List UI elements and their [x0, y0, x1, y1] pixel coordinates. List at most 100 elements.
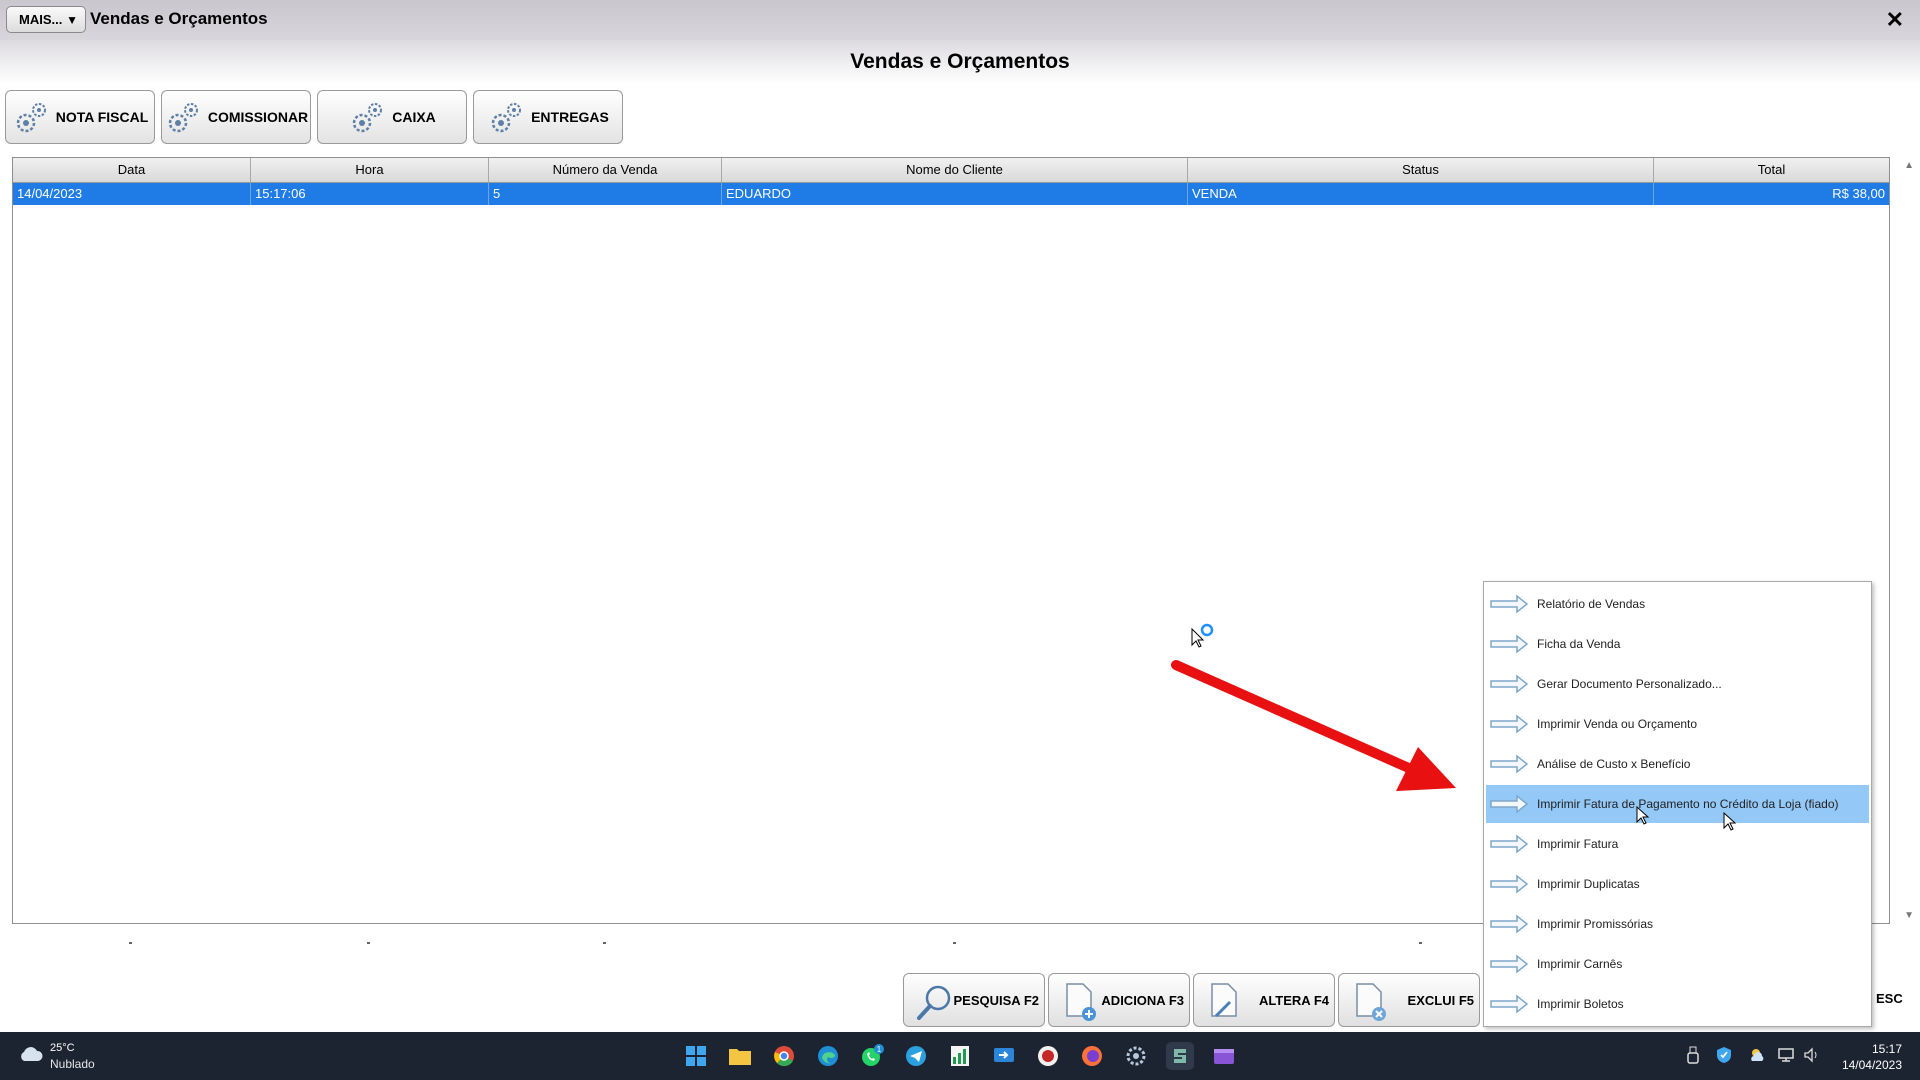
arrow-right-icon — [1490, 714, 1529, 734]
chrome-icon[interactable] — [770, 1042, 798, 1070]
pesquisa-label: PESQUISA F2 — [953, 993, 1039, 1008]
gears-icon — [352, 103, 383, 133]
video-app-icon[interactable] — [1210, 1042, 1238, 1070]
comissionar-button[interactable]: COMISSIONAR — [161, 90, 311, 144]
cell-numero: 5 — [489, 183, 722, 205]
print-context-menu[interactable]: Relatório de Vendas Ficha da Venda Gerar… — [1483, 581, 1872, 1027]
cell-hora: 15:17:06 — [251, 183, 489, 205]
menu-item-imprimir-promissorias[interactable]: Imprimir Promissórias — [1486, 905, 1869, 943]
weather-temperature[interactable]: 25°C — [50, 1042, 75, 1054]
remote-desktop-icon[interactable] — [990, 1042, 1018, 1070]
arrow-right-icon — [1490, 634, 1529, 654]
scroll-up-icon[interactable]: ▲ — [1904, 160, 1914, 171]
arrow-right-icon — [1490, 794, 1529, 814]
arrow-right-icon — [1490, 594, 1529, 614]
column-tick — [603, 942, 606, 944]
cell-data: 14/04/2023 — [13, 183, 251, 205]
menu-item-ficha-venda[interactable]: Ficha da Venda — [1486, 625, 1869, 663]
menu-item-imprimir-venda[interactable]: Imprimir Venda ou Orçamento — [1486, 705, 1869, 743]
column-header-data[interactable]: Data — [13, 158, 251, 182]
cell-status: VENDA — [1188, 183, 1654, 205]
menu-item-label: Imprimir Fatura — [1537, 837, 1619, 851]
altera-button[interactable]: ALTERA F4 — [1193, 973, 1335, 1027]
mouse-pointer-icon — [1636, 806, 1650, 825]
altera-label: ALTERA F4 — [1258, 993, 1329, 1008]
menu-item-label: Relatório de Vendas — [1537, 597, 1646, 611]
table-row[interactable]: 14/04/2023 15:17:06 5 EDUARDO VENDA R$ 3… — [13, 183, 1889, 205]
entregas-label: ENTREGAS — [531, 109, 609, 125]
column-tick — [1419, 942, 1422, 944]
weather-description[interactable]: Nublado — [50, 1057, 95, 1071]
column-tick — [129, 942, 132, 944]
busy-cursor-icon — [1191, 623, 1214, 648]
menu-item-imprimir-fatura-fiado[interactable]: Imprimir Fatura de Pagamento no Crédito … — [1486, 785, 1869, 823]
menu-item-imprimir-fatura[interactable]: Imprimir Fatura — [1486, 825, 1869, 863]
settings-gear-icon[interactable] — [1122, 1042, 1150, 1070]
esc-button[interactable]: ESC — [1876, 991, 1903, 1006]
menu-item-gerar-documento[interactable]: Gerar Documento Personalizado... — [1486, 665, 1869, 703]
volume-icon[interactable] — [1803, 1046, 1821, 1064]
erp-app-icon[interactable] — [1166, 1042, 1194, 1070]
cloud-icon — [21, 1047, 43, 1061]
column-header-hora[interactable]: Hora — [251, 158, 489, 182]
gears-icon — [16, 103, 46, 133]
column-tick — [953, 942, 956, 944]
delete-document-icon — [1356, 983, 1386, 1021]
menu-item-imprimir-carnes[interactable]: Imprimir Carnês — [1486, 945, 1869, 983]
menu-item-label: Gerar Documento Personalizado... — [1537, 677, 1722, 691]
menu-item-label: Imprimir Fatura de Pagamento no Crédito … — [1537, 797, 1839, 811]
exclui-label: EXCLUI F5 — [1407, 993, 1474, 1008]
exclui-button[interactable]: EXCLUI F5 — [1338, 973, 1480, 1027]
clock-date[interactable]: 14/04/2023 — [1842, 1058, 1902, 1072]
telegram-icon[interactable] — [902, 1042, 930, 1070]
taskbar: 25°C Nublado 1 15:17 14/04/2023 — [0, 1032, 1920, 1080]
whatsapp-badge: 1 — [877, 1045, 882, 1054]
title-bar: MAIS... ▼ Vendas e Orçamentos ✕ — [0, 0, 1920, 40]
file-explorer-icon[interactable] — [726, 1042, 754, 1070]
edge-icon[interactable] — [814, 1042, 842, 1070]
page-title: Vendas e Orçamentos — [850, 50, 1070, 73]
nota-fiscal-button[interactable]: NOTA FISCAL — [5, 90, 155, 144]
weather-tray-icon[interactable] — [1748, 1046, 1766, 1064]
windows-start-icon[interactable] — [682, 1042, 710, 1070]
close-icon[interactable]: ✕ — [1886, 7, 1904, 33]
usb-icon[interactable] — [1684, 1046, 1702, 1064]
menu-item-relatorio-vendas[interactable]: Relatório de Vendas — [1486, 585, 1869, 623]
gears-icon — [491, 103, 522, 133]
gears-icon — [168, 103, 198, 133]
spreadsheet-app-icon[interactable] — [946, 1042, 974, 1070]
magnifier-icon — [917, 985, 951, 1020]
comissionar-label: COMISSIONAR — [207, 109, 309, 125]
red-arrow-annotation — [1171, 660, 1456, 791]
add-document-icon — [1066, 983, 1096, 1021]
adiciona-button[interactable]: ADICIONA F3 — [1048, 973, 1190, 1027]
security-shield-icon[interactable] — [1715, 1046, 1733, 1064]
pesquisa-button[interactable]: PESQUISA F2 — [903, 973, 1045, 1027]
firefox-icon[interactable] — [1078, 1042, 1106, 1070]
column-tick — [367, 942, 370, 944]
menu-item-label: Imprimir Venda ou Orçamento — [1537, 717, 1698, 731]
menu-item-analise-custo[interactable]: Análise de Custo x Benefício — [1486, 745, 1869, 783]
network-icon[interactable] — [1778, 1046, 1796, 1064]
scroll-down-icon[interactable]: ▼ — [1904, 910, 1914, 921]
adiciona-label: ADICIONA F3 — [1101, 993, 1184, 1008]
mais-dropdown-button[interactable]: MAIS... ▼ — [6, 6, 86, 33]
column-header-numero[interactable]: Número da Venda — [489, 158, 722, 182]
cell-cliente: EDUARDO — [722, 183, 1188, 205]
menu-item-imprimir-duplicatas[interactable]: Imprimir Duplicatas — [1486, 865, 1869, 903]
mais-label: MAIS... — [19, 12, 63, 27]
column-header-status[interactable]: Status — [1188, 158, 1654, 182]
entregas-button[interactable]: ENTREGAS — [473, 90, 623, 144]
arrow-right-icon — [1490, 754, 1529, 774]
menu-item-label: Imprimir Duplicatas — [1537, 877, 1640, 891]
whatsapp-icon[interactable]: 1 — [858, 1042, 886, 1070]
menu-item-imprimir-boletos[interactable]: Imprimir Boletos — [1486, 985, 1869, 1023]
column-header-total[interactable]: Total — [1654, 158, 1889, 182]
clock-time[interactable]: 15:17 — [1872, 1042, 1902, 1056]
arrow-right-icon — [1490, 954, 1529, 974]
edit-document-icon — [1211, 983, 1237, 1018]
menu-item-label: Imprimir Boletos — [1537, 997, 1624, 1011]
column-header-cliente[interactable]: Nome do Cliente — [722, 158, 1188, 182]
caixa-button[interactable]: CAIXA — [317, 90, 467, 144]
media-app-icon[interactable] — [1034, 1042, 1062, 1070]
